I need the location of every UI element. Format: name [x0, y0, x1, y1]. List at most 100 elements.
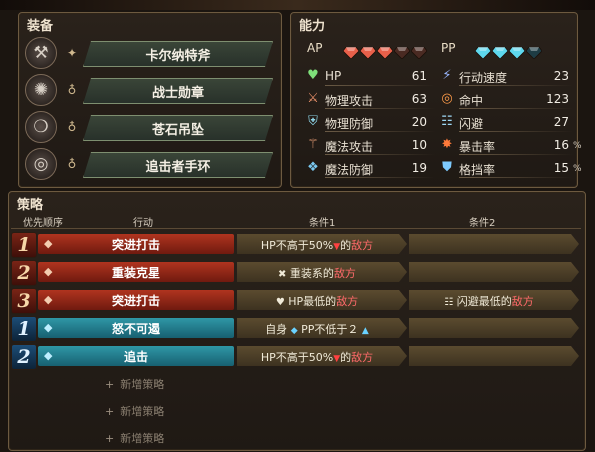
add-tactic-label: 新增策略	[120, 432, 165, 445]
condition2-slot[interactable]	[409, 234, 579, 254]
stat-value: 19	[411, 161, 427, 175]
plus-icon: +	[105, 378, 115, 391]
stat-row: ♥ HP 61	[305, 67, 435, 87]
condition-prefix: HP最低的	[284, 295, 337, 308]
equipment-name-button[interactable]: 追击者手环	[83, 152, 273, 178]
wand-icon: ⚚	[307, 137, 319, 152]
stat-value: 10	[411, 138, 427, 152]
stat-underline	[459, 108, 573, 109]
condition2-slot[interactable]	[409, 318, 579, 338]
condition2-slot[interactable]	[409, 262, 579, 282]
ap-label: AP	[307, 41, 323, 55]
block-icon: ⛊	[442, 160, 452, 175]
action-label: 突进打击	[111, 294, 160, 308]
stat-underline	[325, 131, 435, 132]
condition1-slot[interactable]: HP不高于50%▼的敌方	[237, 234, 407, 254]
tactic-row[interactable]: 2 ◆ 重装克星 ✖ 重装系的敌方	[11, 260, 581, 286]
magic-shield-icon: ❖	[307, 160, 319, 175]
condition-text: ☷ 闪避最低的敌方	[409, 293, 569, 309]
stat-unit: %	[573, 164, 582, 174]
header-action: 行动	[133, 218, 153, 229]
condition1-slot[interactable]: ♥ HP最低的敌方	[237, 290, 407, 310]
condition2-slot[interactable]: ☷ 闪避最低的敌方	[409, 290, 579, 310]
header-priority: 优先顺序	[23, 218, 63, 229]
tactic-row[interactable]: 3 ◆ 突进打击 ♥ HP最低的敌方 ☷ 闪避最低的敌方	[11, 288, 581, 314]
action-button[interactable]: ◆ 怒不可遏	[38, 318, 234, 338]
condition-prefix: 闪避最低的	[453, 295, 512, 308]
plus-icon: +	[105, 432, 115, 445]
stat-underline	[325, 154, 435, 155]
condition-text: 自身 ◆ PP不低于２ ▲	[237, 321, 397, 337]
stat-row: ⚚ 魔法攻击 10	[305, 136, 435, 156]
condition2-slot[interactable]	[409, 346, 579, 366]
equipment-title: 装备	[27, 19, 54, 34]
priority-number[interactable]: 2	[11, 344, 37, 370]
add-tactic-button[interactable]: + 新增策略	[105, 403, 164, 419]
condition1-slot[interactable]: 自身 ◆ PP不低于２ ▲	[237, 318, 407, 338]
gem-empty-icon	[525, 44, 543, 60]
priority-number[interactable]: 1	[11, 232, 37, 258]
equipment-slot[interactable]: ✺ ♁ 战士勋章	[19, 72, 281, 108]
equipment-slot[interactable]: ⚒ ✦ 卡尔纳特斧	[19, 35, 281, 71]
equipment-slot[interactable]: ◎ ♁ 追击者手环	[19, 146, 281, 182]
slot-type-icon: ♁	[67, 157, 77, 171]
gem-filled-icon	[376, 44, 394, 60]
medal-icon: ✺	[25, 74, 57, 106]
tactics-panel: 策略 优先顺序 行动 条件1 条件2 1 ◆ 突进打击 HP不高于50%▼的敌方 2 ◆ 重…	[8, 191, 586, 451]
add-tactic-label: 新增策略	[120, 378, 165, 391]
stat-value: 23	[553, 69, 569, 83]
action-button[interactable]: ◆ 追击	[38, 346, 234, 366]
action-label: 怒不可遏	[111, 322, 160, 336]
top-frame	[0, 0, 595, 10]
stat-row: ⛊ 格挡率 15%	[439, 159, 582, 179]
plus-icon: +	[105, 405, 115, 418]
stat-name: 暴击率	[459, 140, 496, 154]
action-button[interactable]: ◆ 重装克星	[38, 262, 234, 282]
condition-text: HP不高于50%▼的敌方	[237, 237, 397, 253]
stat-row: ✸ 暴击率 16%	[439, 136, 582, 156]
condition1-slot[interactable]: HP不高于50%▼的敌方	[237, 346, 407, 366]
pp-gem-icon: ◆	[290, 326, 298, 336]
equipment-slot[interactable]: ❍ ♁ 苍石吊坠	[19, 109, 281, 145]
gem-filled-icon	[474, 44, 492, 60]
stat-name: 行动速度	[459, 71, 508, 85]
equipment-name-button[interactable]: 卡尔纳特斧	[83, 41, 273, 67]
condition-prefix: HP不高于50%	[260, 239, 334, 252]
equipment-name-button[interactable]: 战士勋章	[83, 78, 273, 104]
gem-filled-icon	[491, 44, 509, 60]
stats-title: 能力	[299, 19, 326, 34]
stat-value: 27	[553, 115, 569, 129]
priority-number[interactable]: 1	[11, 316, 37, 342]
tactics-title: 策略	[17, 198, 44, 213]
gem-filled-icon	[342, 44, 360, 60]
enemy-label: 敌方	[351, 239, 374, 252]
stat-name: 物理防御	[325, 117, 374, 131]
equipment-name-button[interactable]: 苍石吊坠	[83, 115, 273, 141]
action-button[interactable]: ◆ 突进打击	[38, 234, 234, 254]
stat-value: 61	[411, 69, 427, 83]
tactic-row[interactable]: 2 ◆ 追击 HP不高于50%▼的敌方	[11, 344, 581, 370]
add-tactic-button[interactable]: + 新增策略	[105, 376, 164, 392]
stat-row: ◎ 命中 123	[439, 90, 573, 110]
equipment-panel: 装备 ⚒ ✦ 卡尔纳特斧 ✺ ♁ 战士勋章 ❍ ♁ 苍石吊坠 ◎ ♁ 追击者手环	[18, 12, 282, 188]
stat-row: ⚡ 行动速度 23	[439, 67, 573, 87]
medal-icon-glyph: ✺	[33, 80, 49, 100]
tactic-row[interactable]: 1 ◆ 怒不可遏 自身 ◆ PP不低于２ ▲	[11, 316, 581, 342]
priority-number[interactable]: 2	[11, 260, 37, 286]
speed-icon: ⚡	[442, 68, 452, 83]
gem-filled-icon	[359, 44, 377, 60]
add-tactic-label: 新增策略	[120, 405, 165, 418]
condition1-slot[interactable]: ✖ 重装系的敌方	[237, 262, 407, 282]
action-button[interactable]: ◆ 突进打击	[38, 290, 234, 310]
header-cond1: 条件1	[309, 218, 336, 229]
heart-icon: ♥	[307, 68, 319, 83]
priority-number[interactable]: 3	[11, 288, 37, 314]
stat-name: 物理攻击	[325, 94, 374, 108]
axe-icon-glyph: ⚒	[33, 43, 49, 63]
stat-name: 魔法防御	[325, 163, 374, 177]
stat-name: 闪避	[459, 117, 484, 131]
target-icon: ◎	[441, 91, 453, 106]
add-tactic-button[interactable]: + 新增策略	[105, 430, 164, 446]
tactic-row[interactable]: 1 ◆ 突进打击 HP不高于50%▼的敌方	[11, 232, 581, 258]
evade-icon: ☷	[441, 114, 453, 129]
